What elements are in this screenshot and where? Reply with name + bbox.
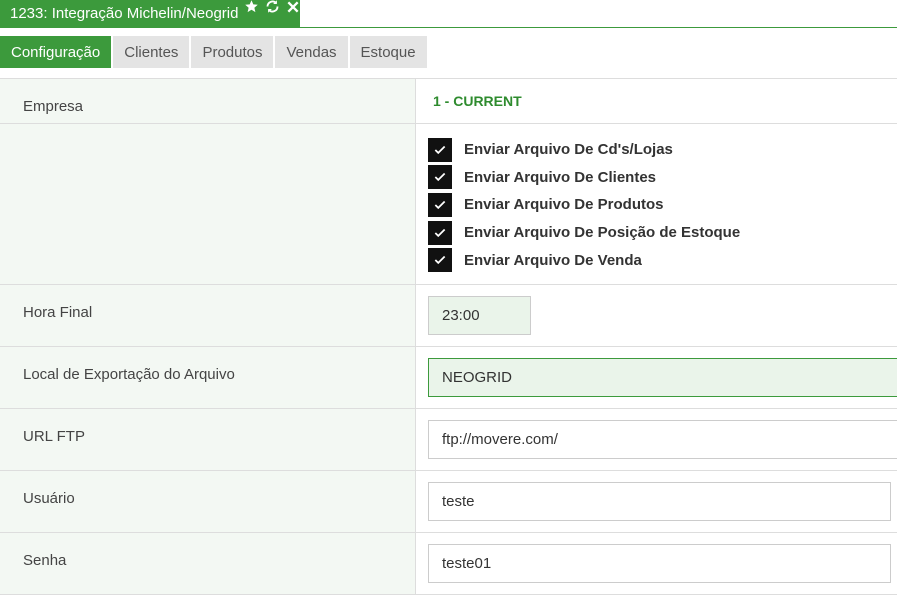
- tab-clientes[interactable]: Clientes: [113, 36, 190, 68]
- usuario-label: Usuário: [0, 471, 416, 532]
- refresh-icon[interactable]: [263, 0, 281, 16]
- senha-label: Senha: [0, 533, 416, 594]
- url-ftp-label: URL FTP: [0, 409, 416, 470]
- tab-produtos[interactable]: Produtos: [191, 36, 274, 68]
- title-underline: [0, 27, 897, 28]
- checkmark-icon: [434, 228, 446, 237]
- empresa-value[interactable]: 1 - CURRENT: [428, 79, 897, 109]
- check-clientes: Enviar Arquivo De Clientes: [428, 164, 897, 192]
- tab-bar: Configuração Clientes Produtos Vendas Es…: [0, 36, 429, 68]
- check-produtos: Enviar Arquivo De Produtos: [428, 191, 897, 219]
- local-exportacao-label: Local de Exportação do Arquivo: [0, 347, 416, 408]
- checkbox[interactable]: [428, 137, 452, 162]
- check-cds-lojas: Enviar Arquivo De Cd's/Lojas: [428, 136, 897, 164]
- senha-row: Senha teste01: [0, 533, 897, 595]
- star-icon[interactable]: [242, 0, 260, 16]
- checkbox[interactable]: [428, 248, 452, 273]
- url-ftp-input[interactable]: ftp://movere.com/: [428, 420, 897, 459]
- senha-input[interactable]: teste01: [428, 544, 891, 583]
- window-title: 1233: Integração Michelin/Neogrid: [10, 5, 239, 22]
- check-venda: Enviar Arquivo De Venda: [428, 246, 897, 274]
- hora-final-row: Hora Final 23:00: [0, 285, 897, 347]
- checks-label-cell: [0, 124, 416, 284]
- checkmark-icon: [434, 256, 446, 265]
- usuario-input[interactable]: teste: [428, 482, 891, 521]
- checkbox-label: Enviar Arquivo De Produtos: [464, 196, 664, 214]
- close-icon[interactable]: [284, 0, 302, 16]
- checkbox[interactable]: [428, 220, 452, 245]
- window-title-tab[interactable]: 1233: Integração Michelin/Neogrid: [0, 0, 300, 27]
- hora-final-label: Hora Final: [0, 285, 416, 346]
- checkbox-label: Enviar Arquivo De Cd's/Lojas: [464, 141, 673, 159]
- checkmark-icon: [434, 200, 446, 210]
- local-exportacao-select[interactable]: NEOGRID: [428, 358, 897, 397]
- checkbox-label: Enviar Arquivo De Posição de Estoque: [464, 224, 741, 242]
- usuario-row: Usuário teste: [0, 471, 897, 533]
- checkbox-label: Enviar Arquivo De Clientes: [464, 168, 656, 186]
- checks-row: Enviar Arquivo De Cd's/Lojas Enviar Arqu…: [0, 124, 897, 285]
- title-actions: [242, 0, 305, 16]
- tab-configuracao[interactable]: Configuração: [0, 36, 112, 68]
- checkmark-icon: [434, 145, 446, 154]
- checkmark-icon: [434, 173, 446, 182]
- checkbox-list: Enviar Arquivo De Cd's/Lojas Enviar Arqu…: [428, 124, 897, 274]
- checkbox-label: Enviar Arquivo De Venda: [464, 251, 642, 269]
- checkbox[interactable]: [428, 165, 452, 190]
- config-form: Empresa 1 - CURRENT Enviar Arquivo De Cd…: [0, 78, 897, 595]
- check-posicao-estoque: Enviar Arquivo De Posição de Estoque: [428, 219, 897, 247]
- empresa-row: Empresa 1 - CURRENT: [0, 79, 897, 124]
- tab-estoque[interactable]: Estoque: [349, 36, 427, 68]
- local-exportacao-row: Local de Exportação do Arquivo NEOGRID: [0, 347, 897, 409]
- hora-final-input[interactable]: 23:00: [428, 296, 531, 335]
- empresa-label: Empresa: [0, 79, 416, 123]
- url-ftp-row: URL FTP ftp://movere.com/: [0, 409, 897, 471]
- checkbox[interactable]: [428, 192, 452, 217]
- tab-vendas[interactable]: Vendas: [275, 36, 348, 68]
